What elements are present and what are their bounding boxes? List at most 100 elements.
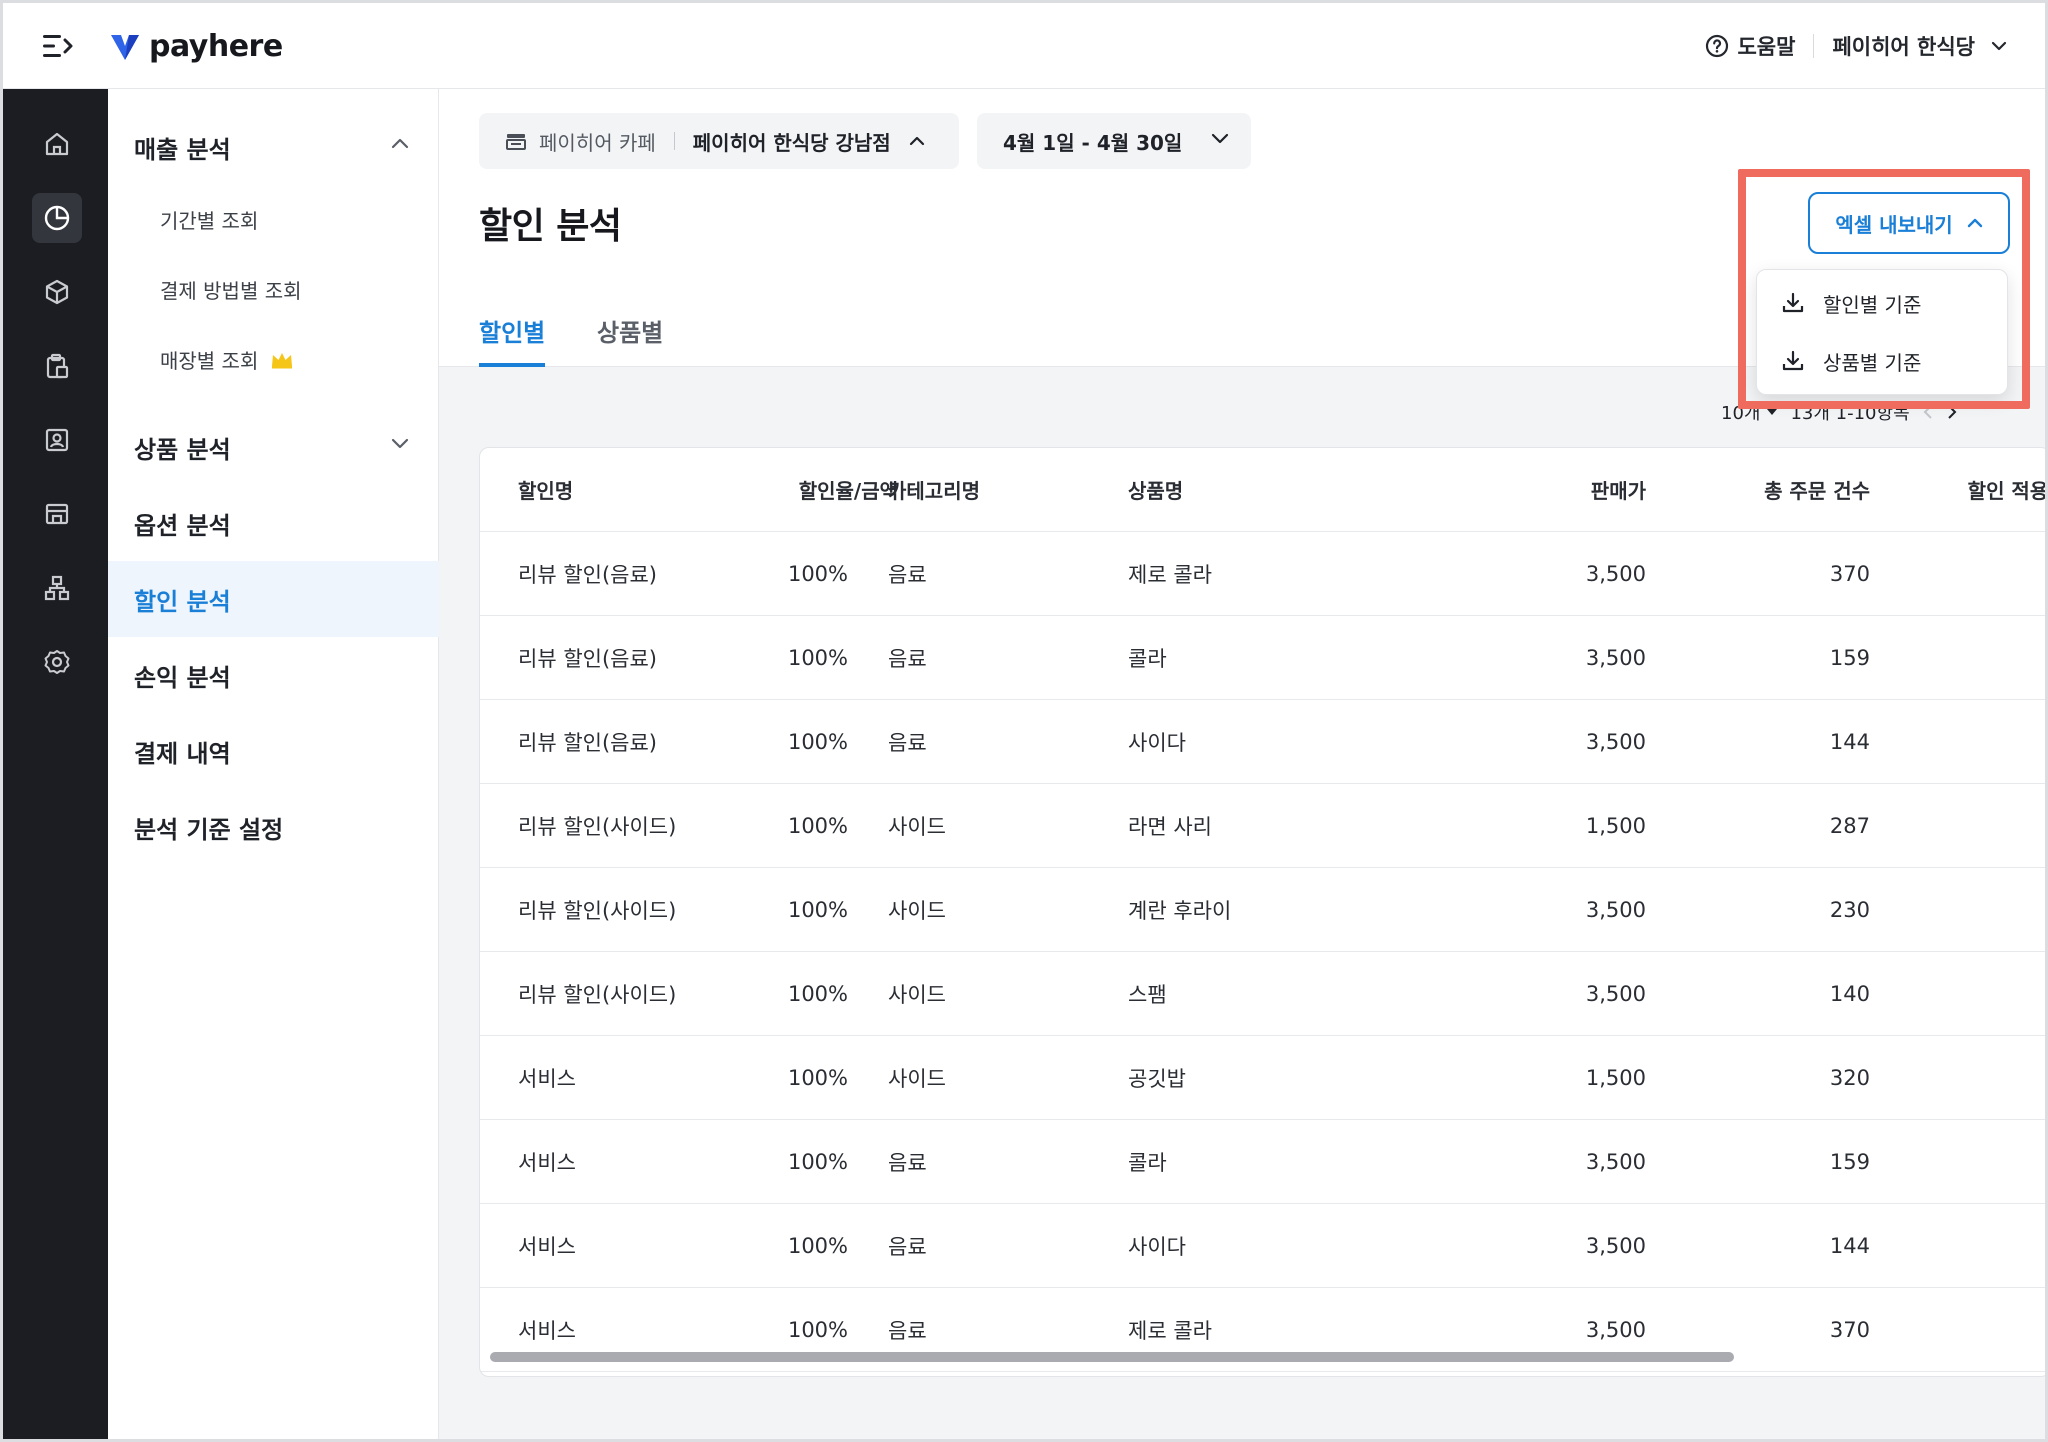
horizontal-scrollbar[interactable] [490,1352,1734,1362]
nav-item-period[interactable]: 기간별 조회 [160,205,258,234]
chevron-left-icon[interactable] [1922,404,1934,420]
table-cell: 사이다 [1128,730,1186,755]
table-row[interactable]: 리뷰 할인(사이드) 100% 사이드 라면 사리 1,500 287 108 [480,784,2045,868]
column-header[interactable]: 카테고리명 [888,448,980,531]
table-cell: 음료 [888,1150,927,1175]
table-cell: 제로 콜라 [1128,562,1212,587]
tab-by-discount[interactable]: 할인별 [479,313,546,367]
table-row[interactable]: 서비스 100% 음료 콜라 3,500 159 7 [480,1120,2045,1204]
table-cell: 100% [787,1233,848,1258]
date-range-label: 4월 1일 - 4월 30일 [1003,130,1183,155]
table-cell: 7 [1900,1120,2045,1203]
table-cell: 100% [787,981,848,1006]
table-cell: 287 [1829,813,1870,838]
table-row[interactable]: 리뷰 할인(사이드) 100% 사이드 계란 후라이 3,500 230 75 [480,868,2045,952]
chevron-up-icon [1967,218,1982,228]
date-range-filter[interactable]: 4월 1일 - 4월 30일 [977,113,1251,169]
nav-group-product[interactable]: 상품 분석 [108,409,439,485]
payhere-logo[interactable]: payhere [109,29,283,64]
box-icon[interactable] [32,267,82,317]
column-header[interactable]: 할인명 [518,448,573,531]
user-card-icon[interactable] [32,415,82,465]
tab-by-product[interactable]: 상품별 [597,313,663,367]
nav-item-payment-method[interactable]: 결제 방법별 조회 [160,275,302,304]
payhere-logo-icon [111,34,139,60]
nav-group-label: 상품 분석 [134,435,231,464]
table-cell: 콜라 [1128,1150,1167,1175]
store-selector[interactable]: 페이히어 한식당 [1832,31,2007,61]
nav-group-option[interactable]: 옵션 분석 [108,485,439,561]
table-cell: 59 [1900,952,2045,1035]
store-filter[interactable]: 페이히어 카페 페이히어 한식당 강남점 [479,113,959,169]
nav-item-label: 결제 방법별 조회 [160,279,302,303]
table-row[interactable]: 서비스 100% 음료 사이다 3,500 144 15 [480,1204,2045,1288]
table-cell: 100% [787,813,848,838]
store-name: 페이히어 한식당 [1832,35,1975,59]
nav-group-payments[interactable]: 결제 내역 [108,713,439,789]
caret-down-icon [1767,409,1778,415]
table-cell: 92 [1900,700,2045,783]
column-header[interactable]: 총 주문 건수 [1680,448,1870,531]
table-cell: 서비스 [518,1234,576,1259]
table-cell: 108 [1900,784,2045,867]
nav-group-criteria[interactable]: 분석 기준 설정 [108,789,439,865]
table-cell: 15 [1900,1204,2045,1287]
nav-group-profit[interactable]: 손익 분석 [108,637,439,713]
table-cell: 공깃밥 [1128,1066,1186,1091]
divider [673,132,675,150]
chevron-right-icon[interactable] [1946,404,1958,420]
nav-group-label: 옵션 분석 [134,511,231,540]
hierarchy-icon[interactable] [32,563,82,613]
store-icon[interactable] [32,489,82,539]
top-bar: payhere 도움말 페이히어 한식당 [3,3,2045,89]
table-cell: 음료 [888,730,927,755]
table-cell: 서비스 [518,1066,576,1091]
column-header[interactable]: 상품명 [1128,448,1183,531]
column-header[interactable]: 할인율/금액 [730,448,898,531]
table-cell: 100% [787,1149,848,1174]
chevron-down-icon [391,438,409,449]
table-row[interactable]: 리뷰 할인(음료) 100% 음료 제로 콜라 3,500 370 149 [480,532,2045,616]
table-cell: 3,500 [1585,981,1646,1006]
table-cell: 음료 [888,1234,927,1259]
table-cell: 3,500 [1585,897,1646,922]
chevron-up-icon [391,138,409,149]
nav-group-discount[interactable]: 할인 분석 [108,561,439,637]
download-icon [1782,292,1804,313]
table-row[interactable]: 리뷰 할인(사이드) 100% 사이드 스팸 3,500 140 59 [480,952,2045,1036]
excel-export-button[interactable]: 엑셀 내보내기 [1808,192,2010,254]
export-option-label: 상품별 기준 [1823,350,1922,375]
table-row[interactable]: 리뷰 할인(음료) 100% 음료 콜라 3,500 159 107 [480,616,2045,700]
export-dropdown-menu: 할인별 기준 상품별 기준 [1756,269,2008,395]
chart-pie-icon[interactable] [32,193,82,243]
column-header[interactable]: 할인 적용 건수 [1900,448,2045,531]
table-cell: 음료 [888,562,927,587]
page-size-select[interactable]: 10개 [1721,399,1778,425]
table-cell: 서비스 [518,1150,576,1175]
table-row[interactable]: 서비스 100% 사이드 공깃밥 1,500 320 149 [480,1036,2045,1120]
nav-group-sales[interactable]: 매출 분석 [108,109,439,185]
table-cell: 100% [787,561,848,586]
brand-name: 페이히어 카페 [539,130,656,155]
table-cell: 사이드 [888,814,946,839]
table-cell: 320 [1829,1065,1870,1090]
nav-item-by-store[interactable]: 매장별 조회 [160,345,294,374]
nav-item-label: 기간별 조회 [160,209,259,233]
table-cell: 리뷰 할인(사이드) [518,898,677,923]
export-option-by-discount[interactable]: 할인별 기준 [1781,282,1921,324]
table-cell: 3,500 [1585,1233,1646,1258]
table-row[interactable]: 리뷰 할인(음료) 100% 음료 사이다 3,500 144 92 [480,700,2045,784]
table-cell: 리뷰 할인(사이드) [518,814,677,839]
column-header[interactable]: 판매가 [1430,448,1646,531]
table-cell: 라면 사리 [1128,814,1212,839]
table-cell: 230 [1829,897,1870,922]
chevron-down-icon [1211,133,1229,144]
gear-icon[interactable] [32,637,82,687]
table-cell: 3,500 [1585,645,1646,670]
menu-toggle-icon[interactable] [43,33,73,59]
export-option-by-product[interactable]: 상품별 기준 [1781,340,1921,382]
nav-group-label: 손익 분석 [134,663,231,692]
help-button[interactable]: 도움말 [1705,31,1795,61]
clipboard-icon[interactable] [32,341,82,391]
home-icon[interactable] [32,119,82,169]
